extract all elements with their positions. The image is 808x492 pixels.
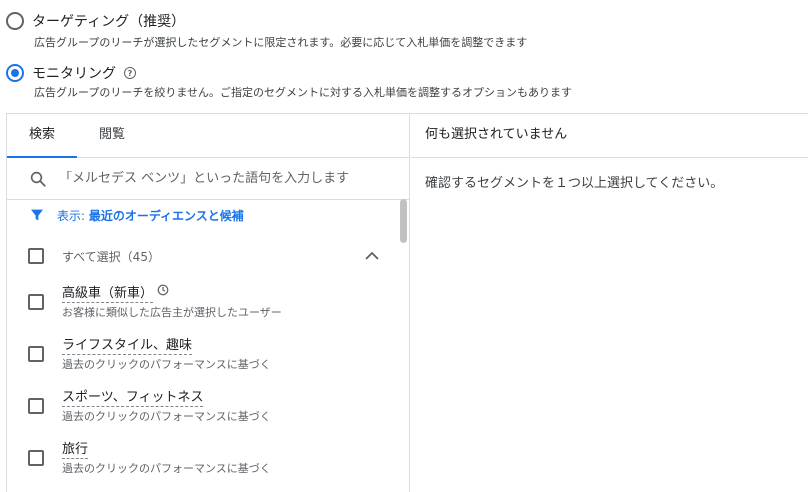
list-item[interactable]: スポーツ、フィットネス 過去のクリックのパフォーマンスに基づく: [7, 384, 402, 434]
item-description: お客様に類似した広告主が選択したユーザー: [62, 306, 282, 319]
scrollbar-thumb[interactable]: [400, 199, 407, 243]
chevron-up-icon[interactable]: [364, 249, 380, 263]
item-checkbox[interactable]: [28, 398, 44, 414]
filter-icon: [31, 209, 43, 221]
targeting-radio[interactable]: [6, 12, 24, 30]
item-checkbox[interactable]: [28, 450, 44, 466]
targeting-option[interactable]: ターゲティング（推奨）: [6, 11, 185, 31]
filter-prefix: 表示:: [57, 208, 89, 223]
targeting-label: ターゲティング（推奨）: [32, 14, 186, 30]
list-item[interactable]: 高級車（新車） お客様に類似した広告主が選択したユーザー: [7, 280, 402, 330]
select-all-row[interactable]: すべて選択（45）: [7, 242, 402, 270]
list-item[interactable]: ライフスタイル、趣味 過去のクリックのパフォーマンスに基づく: [7, 332, 402, 382]
tab-browse[interactable]: 閲覧: [77, 114, 147, 157]
item-title: 高級車（新車）: [62, 282, 154, 303]
item-checkbox[interactable]: [28, 346, 44, 362]
list-item[interactable]: 旅行 過去のクリックのパフォーマンスに基づく: [7, 436, 402, 486]
monitoring-radio[interactable]: [6, 64, 24, 82]
clock-icon: [157, 284, 169, 296]
item-description: 過去のクリックのパフォーマンスに基づく: [62, 410, 271, 423]
filter-value: 最近のオーディエンスと候補: [88, 208, 244, 223]
filter-label: 表示: 最近のオーディエンスと候補: [57, 207, 244, 224]
search-bar: [7, 158, 409, 200]
targeting-description: 広告グループのリーチが選択したセグメントに限定されます。必要に応じて入札単価を調…: [34, 36, 528, 49]
tab-bar: 検索 閲覧: [7, 114, 409, 158]
item-checkbox[interactable]: [28, 294, 44, 310]
active-tab-indicator: [7, 156, 77, 158]
monitoring-option[interactable]: モニタリング ?: [6, 63, 136, 83]
filter-row[interactable]: 表示: 最近のオーディエンスと候補: [7, 200, 409, 230]
select-all-label: すべて選択（45）: [62, 249, 160, 264]
item-description: 過去のクリックのパフォーマンスに基づく: [62, 358, 271, 371]
selection-header: 何も選択されていません: [411, 114, 808, 158]
item-description: 過去のクリックのパフォーマンスに基づく: [62, 462, 271, 475]
segment-panel: 検索 閲覧 表示: 最近のオーディエンスと候補 すべて選択（45）: [6, 113, 808, 492]
help-icon[interactable]: ?: [124, 67, 136, 79]
selection-empty-message: 確認するセグメントを１つ以上選択してください。: [425, 176, 724, 191]
search-icon: [30, 171, 46, 187]
tab-search[interactable]: 検索: [7, 114, 77, 157]
select-all-checkbox[interactable]: [28, 248, 44, 264]
search-input[interactable]: [59, 171, 379, 186]
item-title: スポーツ、フィットネス: [62, 386, 204, 407]
item-title: 旅行: [62, 438, 89, 459]
segment-browser: 検索 閲覧 表示: 最近のオーディエンスと候補 すべて選択（45）: [7, 114, 410, 492]
monitoring-label: モニタリング: [32, 66, 116, 82]
item-title: ライフスタイル、趣味: [62, 334, 193, 355]
monitoring-description: 広告グループのリーチを絞りません。ご指定のセグメントに対する入札単価を調整するオ…: [34, 86, 573, 99]
